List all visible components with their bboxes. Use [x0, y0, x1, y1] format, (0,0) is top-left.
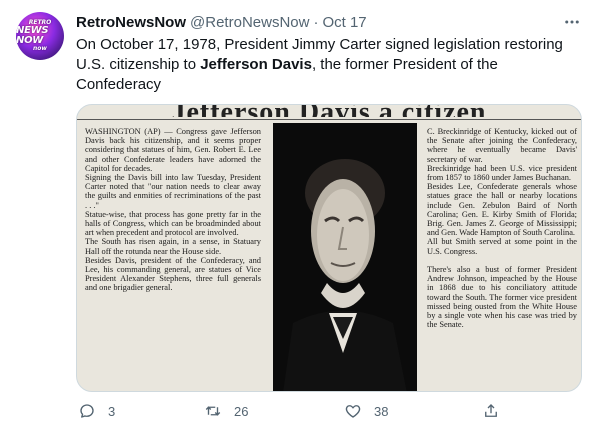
reply-icon [80, 404, 94, 418]
like-count: 38 [374, 403, 389, 419]
reply-count: 3 [108, 403, 116, 419]
tweet-media-image[interactable]: Jefferson Davis a citizen WASHINGTON (AP… [76, 104, 582, 392]
share-icon [485, 404, 497, 417]
separator-dot: · [313, 13, 319, 31]
portrait-photo [273, 123, 417, 391]
reply-button[interactable]: 3 [78, 402, 115, 420]
retweet-button[interactable]: 26 [204, 402, 248, 420]
share-button[interactable] [482, 402, 500, 420]
retweet-count: 26 [234, 403, 249, 419]
clipping-right-column: C. Breckinridge of Kentucky, kicked out … [427, 127, 577, 330]
tweet-text: On October 17, 1978, President Jimmy Car… [76, 35, 576, 95]
clipping-rule [77, 119, 581, 120]
like-button[interactable]: 38 [344, 402, 388, 420]
heart-icon [345, 405, 361, 418]
avatar[interactable]: RETRO NEWS NOW now [16, 12, 64, 60]
avatar-text-bottom: now [33, 45, 47, 52]
author-handle[interactable]: @RetroNewsNow [190, 14, 309, 31]
clipping-left-column: WASHINGTON (AP) — Congress gave Jefferso… [85, 127, 261, 293]
tweet-header: RetroNewsNow @RetroNewsNow · Oct 17 [76, 12, 582, 32]
tweet-text-bold: Jefferson Davis [200, 56, 312, 73]
author-display-name[interactable]: RetroNewsNow [76, 14, 186, 31]
tweet-date[interactable]: Oct 17 [322, 14, 366, 31]
tweet-actions: 3 26 38 [76, 398, 576, 430]
avatar-text-main: NEWS NOW [16, 25, 49, 46]
clipping-headline: Jefferson Davis a citizen [77, 105, 581, 117]
retweet-icon [205, 406, 221, 416]
more-options-icon[interactable] [562, 12, 582, 32]
